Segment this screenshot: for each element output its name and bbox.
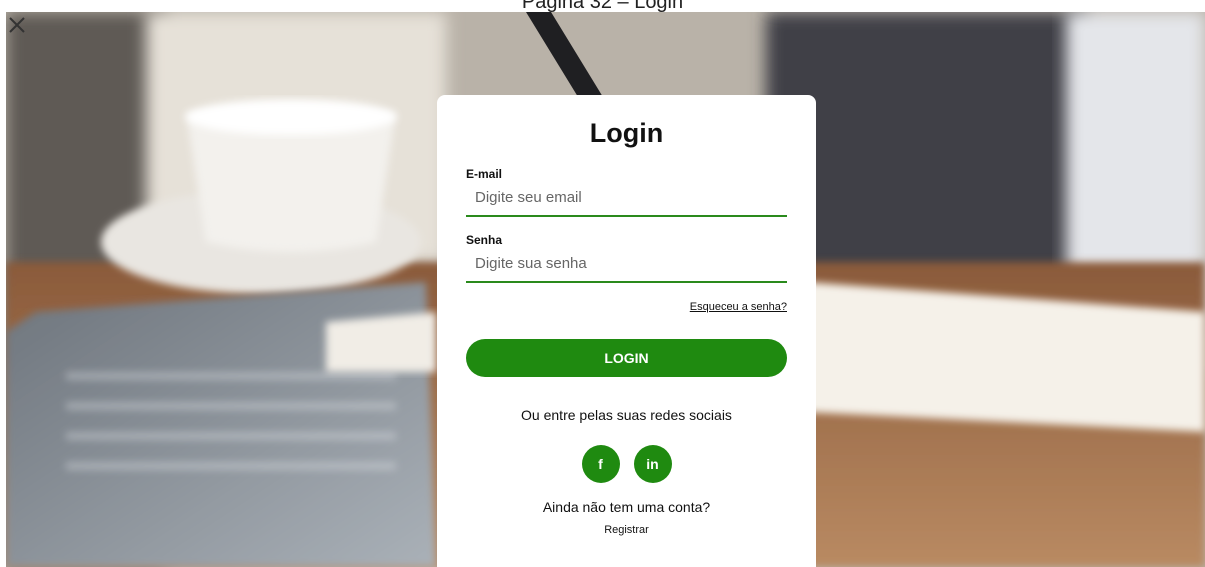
social-login-text: Ou entre pelas suas redes sociais	[521, 407, 732, 423]
email-label: E-mail	[466, 167, 503, 181]
linkedin-icon[interactable]: in	[633, 445, 672, 483]
document-title: Página 32 – Login	[521, 0, 684, 13]
login-button[interactable]: LOGIN	[466, 339, 787, 377]
email-input[interactable]	[466, 185, 787, 217]
forgot-password-row: Esqueceu a senha?	[466, 301, 787, 313]
password-label: Senha	[466, 233, 503, 247]
login-heading: Login	[589, 118, 664, 148]
signup-prompt: Ainda não tem uma conta?	[542, 499, 711, 515]
email-field-group: E-mail	[466, 167, 787, 217]
forgot-password-link[interactable]: Esqueceu a senha?	[690, 301, 787, 313]
page: Página 32 – Login Login E-mail Digite se…	[0, 0, 1205, 567]
close-icon[interactable]	[6, 14, 28, 36]
password-field-group: Senha	[466, 233, 787, 283]
facebook-icon[interactable]: f	[581, 445, 620, 483]
social-icons: f in	[466, 445, 787, 483]
password-input[interactable]	[466, 251, 787, 283]
register-link[interactable]: Registrar	[466, 524, 787, 536]
login-card: Login E-mail Senha Esqueceu a senha? LOG…	[437, 95, 816, 567]
